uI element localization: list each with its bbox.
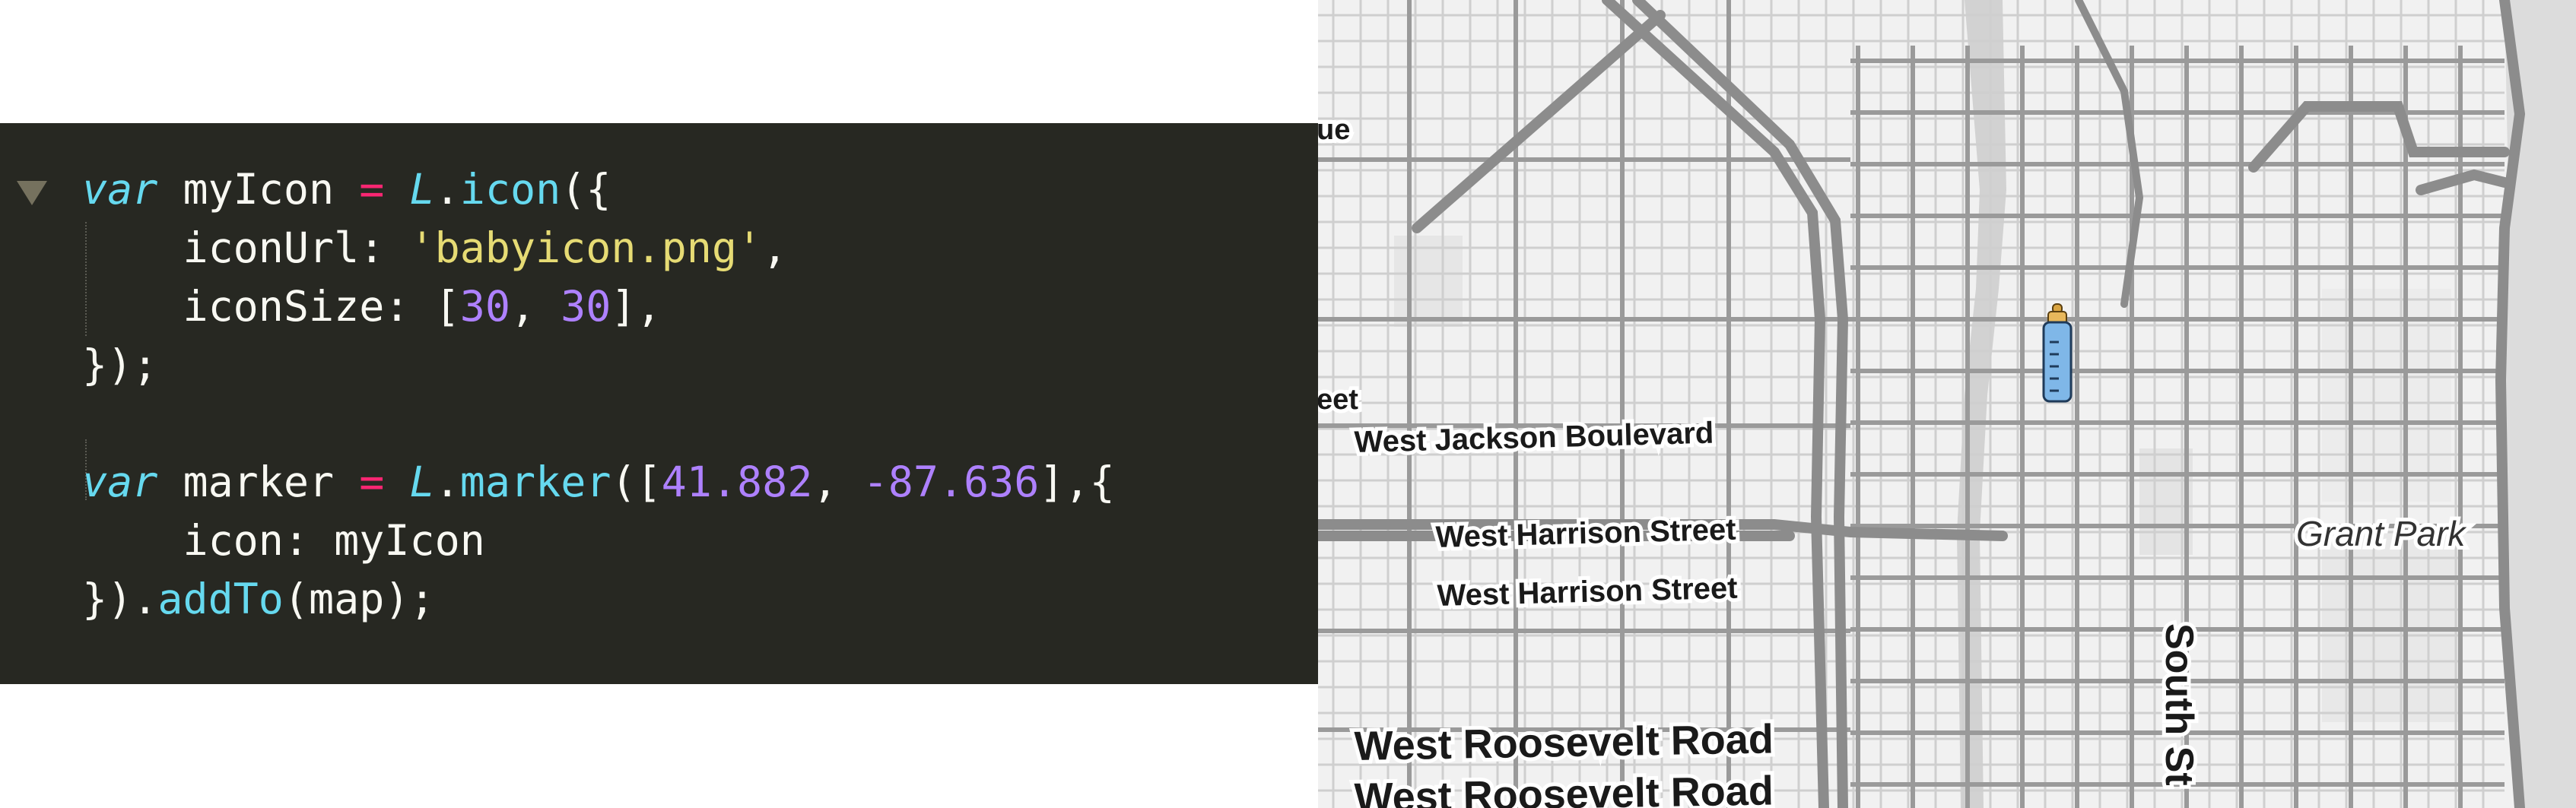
map-label-grant-park: Grant Park bbox=[2296, 514, 2466, 553]
map-label-roosevelt-2: West Roosevelt Road bbox=[1354, 768, 1774, 808]
code-token: iconSize: [ bbox=[82, 282, 460, 331]
map-canvas[interactable]: ue eet West Jackson Boulevard West Harri… bbox=[1318, 0, 2576, 808]
code-line: iconUrl: 'babyicon.png', bbox=[82, 221, 787, 274]
map-label-roosevelt-1: West Roosevelt Road bbox=[1354, 716, 1774, 769]
code-line: }).addTo(map); bbox=[82, 572, 435, 626]
code-token: , bbox=[510, 282, 561, 331]
code-token: (map); bbox=[283, 575, 435, 623]
code-line: var marker = L.marker([41.882, -87.636],… bbox=[82, 455, 1115, 509]
map-label-harrison-1: West Harrison Street bbox=[1435, 513, 1736, 554]
code-token: var bbox=[82, 165, 158, 214]
code-token: }); bbox=[82, 341, 158, 389]
code-token: var bbox=[82, 458, 158, 506]
map-label-harrison-2: West Harrison Street bbox=[1437, 572, 1738, 613]
map-label-avenue-partial: ue bbox=[1318, 114, 1350, 146]
map-view[interactable]: ue eet West Jackson Boulevard West Harri… bbox=[1318, 0, 2576, 808]
code-token: ([ bbox=[611, 458, 662, 506]
code-token: L bbox=[409, 165, 435, 214]
code-token: ], bbox=[611, 282, 662, 331]
code-token: 'babyicon.png' bbox=[409, 223, 763, 272]
code-token: icon bbox=[459, 165, 561, 214]
map-label-south-st: South St bbox=[2157, 623, 2201, 786]
code-token: addTo bbox=[157, 575, 284, 623]
code-line: }); bbox=[82, 338, 157, 391]
code-editor[interactable]: var myIcon = L.icon({ iconUrl: 'babyicon… bbox=[0, 123, 1318, 684]
code-token: = bbox=[359, 165, 385, 214]
code-token: . bbox=[434, 458, 460, 506]
code-token: ],{ bbox=[1039, 458, 1115, 506]
map-label-street-partial: eet bbox=[1318, 384, 1358, 416]
code-token: ({ bbox=[561, 165, 611, 214]
code-line: icon: myIcon bbox=[82, 514, 485, 567]
code-token: iconUrl: bbox=[82, 223, 410, 272]
fold-arrow-icon[interactable] bbox=[17, 181, 47, 205]
lot-area bbox=[1394, 236, 1463, 327]
code-token: marker bbox=[459, 458, 611, 506]
code-token: myIcon bbox=[157, 165, 360, 214]
code-token: -87.636 bbox=[862, 458, 1040, 506]
code-token: }). bbox=[82, 575, 158, 623]
baby-bottle-icon[interactable] bbox=[2042, 303, 2073, 403]
code-token: . bbox=[434, 165, 460, 214]
code-token: 30 bbox=[459, 282, 510, 331]
code-token: = bbox=[359, 458, 385, 506]
code-token: icon: myIcon bbox=[82, 516, 485, 565]
code-token: 41.882 bbox=[661, 458, 813, 506]
code-token: marker bbox=[157, 458, 360, 506]
code-token: , bbox=[762, 223, 788, 272]
code-token: 30 bbox=[561, 282, 611, 331]
code-line: iconSize: [30, 30], bbox=[82, 280, 662, 333]
code-token: , bbox=[812, 458, 863, 506]
code-token: L bbox=[409, 458, 435, 506]
code-line: var myIcon = L.icon({ bbox=[82, 163, 611, 216]
